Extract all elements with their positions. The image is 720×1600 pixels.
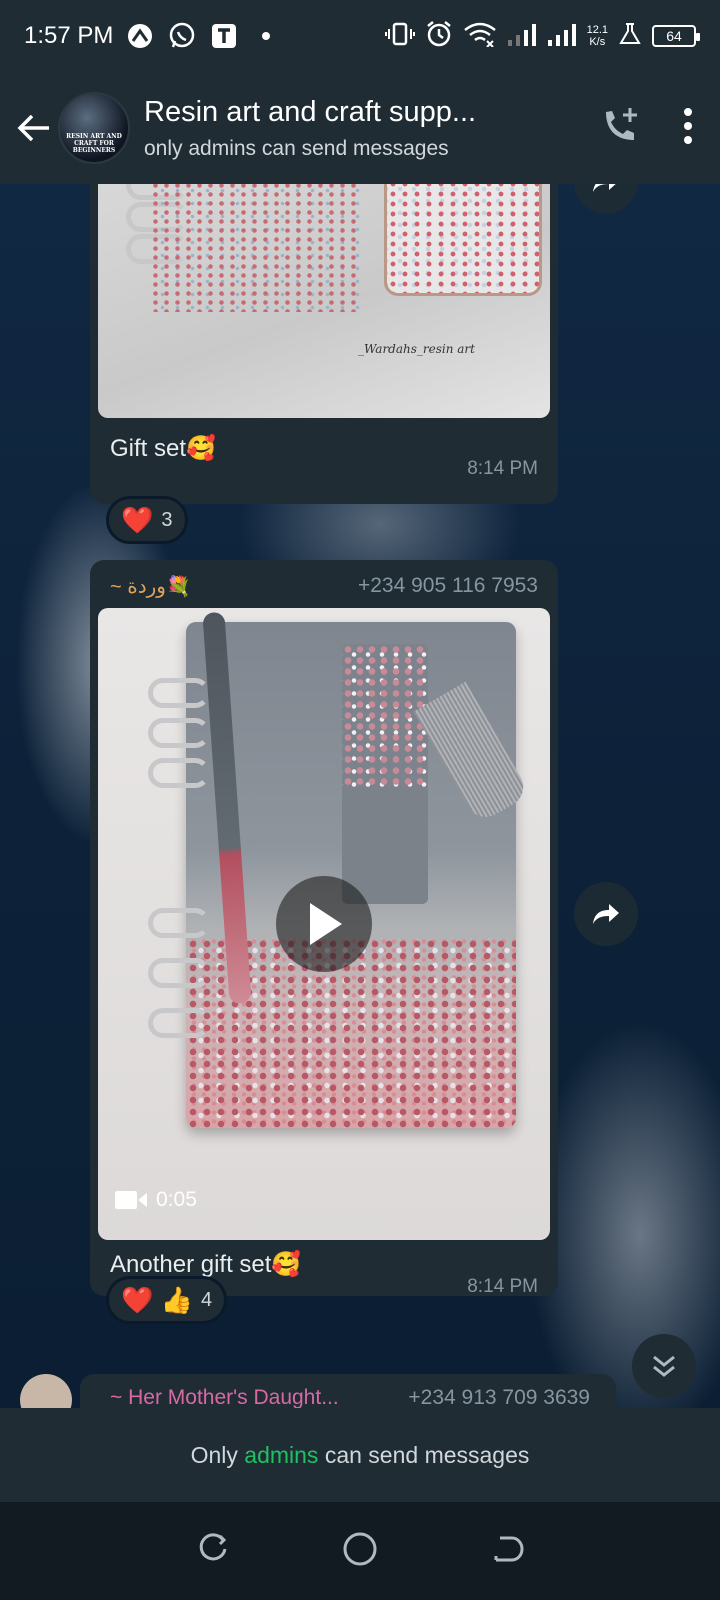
t-app-icon — [209, 21, 239, 51]
binder-ring — [148, 758, 210, 788]
binder-ring — [148, 718, 210, 748]
app-notification-icon — [125, 21, 155, 51]
back-arrow-icon — [17, 114, 49, 142]
play-button[interactable] — [276, 876, 372, 972]
signal-1-icon — [507, 22, 537, 51]
group-avatar[interactable]: RESIN ART AND CRAFT FOR BEGINNERS — [58, 92, 130, 164]
forward-button[interactable] — [574, 184, 638, 214]
video-duration: 0:05 — [114, 1188, 197, 1212]
video-duration-text: 0:05 — [156, 1188, 197, 1211]
image-watermark: _Wardahs_resin art — [358, 342, 475, 356]
back-nav-button[interactable] — [490, 1532, 524, 1571]
scroll-to-bottom-button[interactable] — [632, 1334, 696, 1398]
chat-subtitle: only admins can send messages — [144, 136, 449, 160]
forward-button[interactable] — [574, 882, 638, 946]
status-time: 1:57 PM — [24, 22, 114, 49]
resin-phone-case — [384, 184, 542, 296]
message-bubble[interactable]: ~ وردة💐 +234 905 116 7953 0:05 Another g… — [90, 560, 558, 1297]
battery-indicator: 64 — [652, 25, 700, 47]
binder-ring — [148, 908, 210, 938]
sender-name[interactable]: ~ Her Mother's Daught... — [110, 1386, 366, 1408]
message-bubble[interactable]: ~ Her Mother's Daught... +234 913 709 36… — [80, 1374, 616, 1408]
whatsapp-icon — [167, 21, 197, 51]
notice-suffix: can send messages — [324, 1441, 530, 1468]
alarm-icon — [425, 20, 453, 53]
play-icon — [310, 903, 342, 945]
message-video[interactable]: 0:05 — [98, 608, 550, 1240]
resin-notebook — [150, 184, 362, 312]
more-options-button[interactable] — [682, 106, 694, 151]
binder-ring — [148, 958, 210, 988]
message-bubble[interactable]: _Wardahs_resin art Gift set🥰 8:14 PM — [90, 184, 558, 504]
sender-name[interactable]: ~ وردة💐 — [110, 574, 191, 599]
chat-header: RESIN ART AND CRAFT FOR BEGINNERS Resin … — [0, 72, 720, 184]
forward-icon — [593, 184, 616, 192]
system-nav-bar — [0, 1502, 720, 1600]
chat-title: Resin art and craft supp... — [144, 95, 477, 128]
recents-button[interactable] — [196, 1532, 230, 1571]
message-caption: Another gift set🥰 — [110, 1251, 302, 1278]
binder-ring — [148, 678, 210, 708]
chat-messages-area[interactable]: _Wardahs_resin art Gift set🥰 8:14 PM ❤️ … — [0, 184, 720, 1408]
sender-phone[interactable]: +234 905 116 7953 — [358, 574, 538, 598]
message-reactions[interactable]: ❤️ 3 — [106, 496, 188, 544]
back-nav-icon — [494, 1536, 524, 1561]
recents-icon — [199, 1532, 227, 1560]
reaction-emojis: ❤️ 👍 — [121, 1284, 193, 1315]
wifi-icon — [463, 21, 497, 52]
chat-title-area[interactable]: Resin art and craft supp... only admins … — [144, 96, 544, 161]
reaction-emojis: ❤️ — [121, 504, 154, 535]
home-circle-icon — [343, 1532, 377, 1565]
group-avatar-text: RESIN ART AND CRAFT FOR BEGINNERS — [66, 133, 122, 154]
home-button[interactable] — [342, 1531, 378, 1572]
reaction-count: 4 — [200, 1288, 213, 1311]
message-image[interactable]: _Wardahs_resin art — [98, 184, 550, 418]
notice-prefix: Only — [190, 1441, 238, 1468]
network-speed: 12.1 K/s — [587, 24, 608, 48]
add-call-button[interactable] — [598, 104, 642, 153]
status-bar: 1:57 PM 12.1 K/s 64 — [0, 0, 720, 72]
kebab-menu-icon — [684, 107, 692, 144]
admins-link[interactable]: admins — [244, 1442, 318, 1469]
lab-flask-icon — [618, 22, 642, 51]
signal-2-icon — [547, 22, 577, 51]
sender-avatar[interactable] — [20, 1374, 72, 1408]
message-time: 8:14 PM — [467, 458, 538, 479]
message-time: 8:14 PM — [467, 1276, 538, 1297]
sender-phone[interactable]: +234 913 709 3639 — [408, 1386, 590, 1408]
double-chevron-down-icon — [653, 1355, 675, 1377]
only-admins-notice: Only admins can send messages — [0, 1408, 720, 1502]
notification-dot-icon — [251, 21, 281, 51]
network-speed-unit: K/s — [589, 36, 606, 48]
network-speed-value: 12.1 — [586, 24, 608, 36]
forward-icon — [593, 904, 619, 924]
video-camera-icon — [115, 1191, 147, 1209]
binder-ring — [148, 1008, 210, 1038]
message-caption: Gift set🥰 — [110, 435, 216, 462]
message-reactions[interactable]: ❤️ 👍 4 — [106, 1276, 228, 1324]
vibrate-icon — [384, 21, 415, 52]
phone-add-icon — [606, 107, 637, 140]
reaction-count: 3 — [161, 508, 173, 531]
back-button[interactable] — [16, 110, 52, 146]
